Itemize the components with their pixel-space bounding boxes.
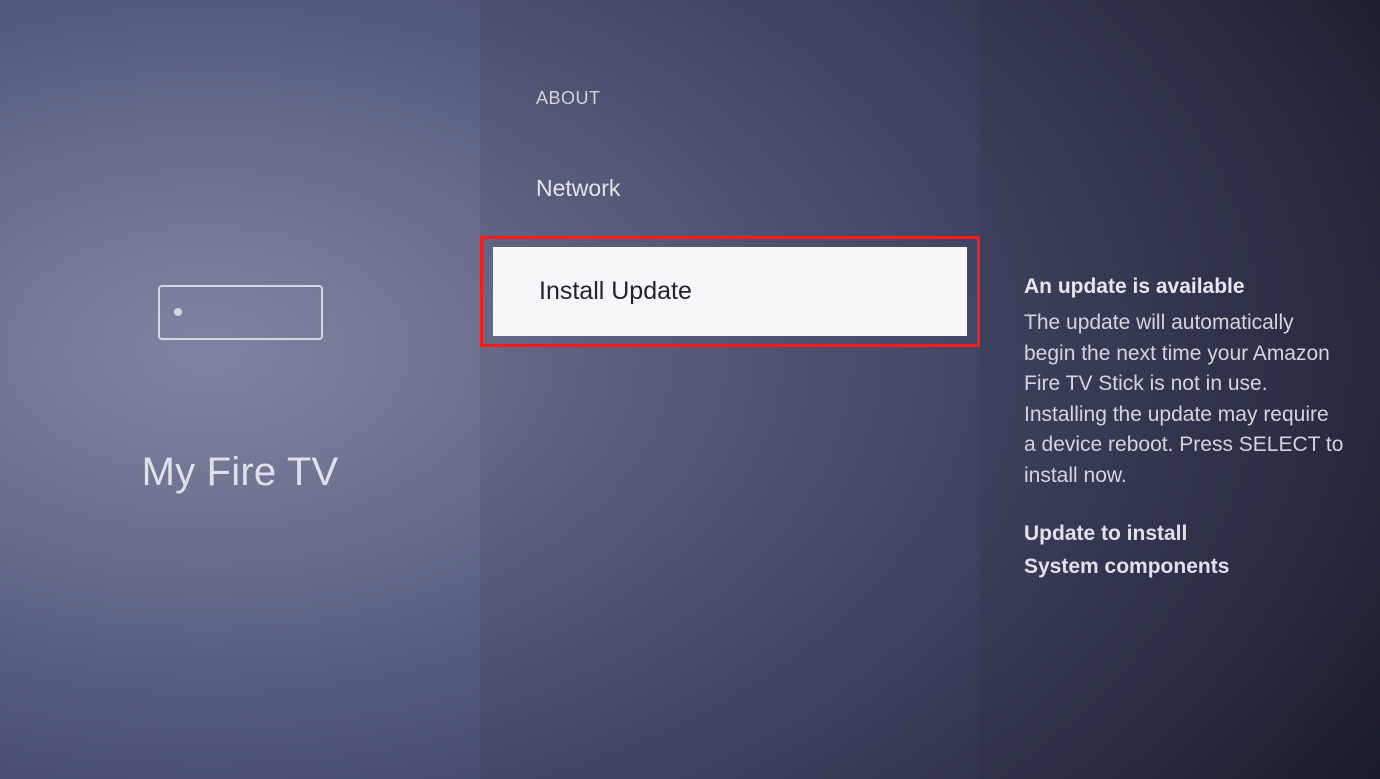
settings-menu: ABOUT Network Install Update (480, 0, 980, 779)
page-title: My Fire TV (142, 450, 339, 495)
section-label: ABOUT (480, 88, 980, 153)
detail-body: The update will automatically begin the … (1024, 308, 1344, 491)
detail-heading: An update is available (1024, 272, 1344, 302)
menu-item-label: Install Update (493, 247, 967, 336)
detail-sub-1: Update to install (1024, 519, 1344, 549)
detail-panel: An update is available The update will a… (980, 0, 1380, 779)
menu-item-network[interactable]: Network (480, 153, 980, 224)
detail-sub-2: System components (1024, 552, 1344, 582)
fire-tv-stick-icon (158, 285, 323, 340)
left-panel: My Fire TV (0, 0, 480, 779)
menu-item-install-update[interactable]: Install Update (480, 236, 980, 347)
